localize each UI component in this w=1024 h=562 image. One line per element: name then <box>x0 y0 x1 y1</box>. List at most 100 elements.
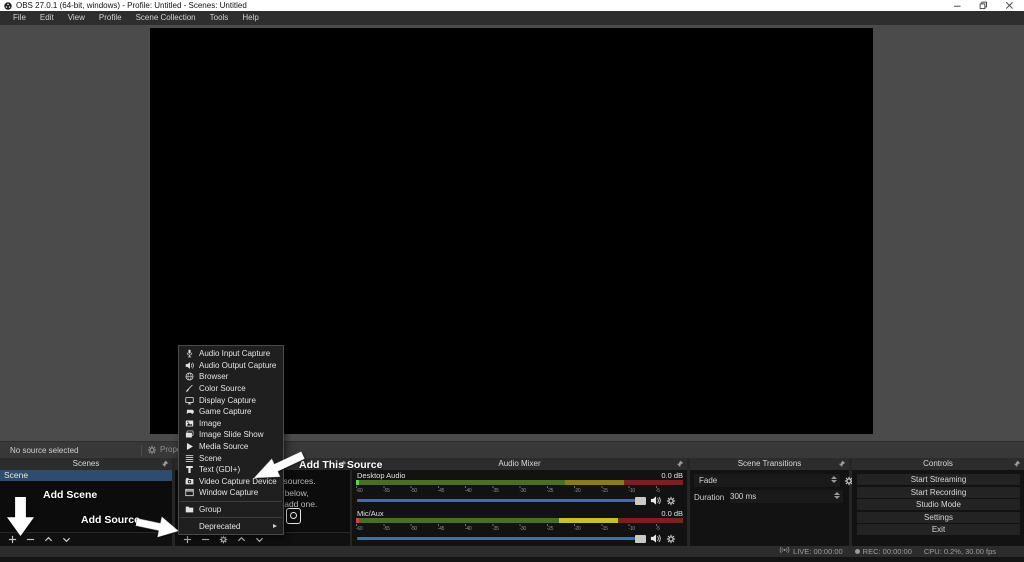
tick-label: -25 <box>546 488 554 494</box>
scenes-panel-header[interactable]: Scenes <box>0 458 172 470</box>
audio-mixer-header[interactable]: Audio Mixer <box>352 458 687 470</box>
menu-item-audio-input-capture[interactable]: Audio Input Capture <box>179 348 283 360</box>
menu-item-label: Color Source <box>199 384 246 394</box>
menu-item-label: Audio Output Capture <box>199 360 277 370</box>
menubar-item-tools[interactable]: Tools <box>203 11 236 25</box>
menubar-item-view[interactable]: View <box>61 11 92 25</box>
mixer-channel-header: Desktop Audio 0.0 dB <box>356 471 683 480</box>
remove-button[interactable] <box>25 535 35 545</box>
scene-transitions-header[interactable]: Scene Transitions <box>690 458 849 470</box>
volume-slider-row <box>356 534 683 543</box>
close-button[interactable] <box>996 0 1022 11</box>
menu-item-label: Media Source <box>199 442 249 452</box>
context-bar-message: No source selected <box>10 446 79 455</box>
menu-item-window-capture[interactable]: Window Capture <box>179 487 283 499</box>
cpu-status: CPU: 0.2%, 30.00 fps <box>924 547 996 556</box>
menu-item-image[interactable]: Image <box>179 418 283 430</box>
menu-item-label: Display Capture <box>199 395 256 405</box>
volume-slider-track[interactable] <box>357 537 635 540</box>
title-bar: OBS 27.0.1 (64-bit, windows) - Profile: … <box>0 0 1024 11</box>
menubar-item-profile[interactable]: Profile <box>92 11 129 25</box>
menubar-item-scene-collection[interactable]: Scene Collection <box>129 11 203 25</box>
settings-button[interactable]: Settings <box>857 511 1020 523</box>
add-button[interactable] <box>7 535 17 545</box>
volume-slider-handle[interactable] <box>635 534 646 543</box>
meter-tick-labels: -60 -55 -50 -45 -40 -35 -30 -25 -20 -15 -10 -5 <box>356 488 683 494</box>
controls-panel: Controls Start Streaming Start Recording S… <box>852 458 1024 546</box>
tick-label: -10 <box>628 488 636 494</box>
controls-header[interactable]: Controls <box>852 458 1024 470</box>
submenu-arrow-icon <box>273 523 277 528</box>
spinbox-carets-icon[interactable] <box>834 492 840 499</box>
pin-icon[interactable] <box>161 460 169 468</box>
menu-item-browser[interactable]: Browser <box>179 371 283 383</box>
add-button[interactable] <box>182 535 192 545</box>
menu-item-group[interactable]: Group <box>179 504 283 516</box>
menu-item-label: Game Capture <box>199 407 252 417</box>
tick-label: -20 <box>574 488 581 494</box>
duration-value: 300 ms <box>730 492 757 501</box>
pin-icon[interactable] <box>676 460 684 468</box>
broadcast-icon <box>779 546 790 557</box>
tick-label: -60 <box>356 526 363 532</box>
volume-slider-track[interactable] <box>357 499 635 502</box>
tick-label: -5 <box>655 488 660 494</box>
tick-label: -45 <box>437 488 445 494</box>
pin-icon[interactable] <box>1013 460 1021 468</box>
menu-separator <box>180 517 282 519</box>
gear-icon[interactable] <box>665 495 676 506</box>
menu-item-audio-output-capture[interactable]: Audio Output Capture <box>179 360 283 372</box>
move-up-button[interactable] <box>43 535 53 545</box>
record-dot-icon <box>854 549 860 554</box>
menubar-item-file[interactable]: File <box>6 11 33 25</box>
menu-separator <box>180 500 282 502</box>
gamepad-icon <box>184 407 194 417</box>
tick-label: -20 <box>574 526 581 532</box>
scene-list-icon <box>184 453 194 463</box>
speaker-icon[interactable] <box>649 533 661 544</box>
tick-label: -10 <box>628 526 636 532</box>
menubar-item-edit[interactable]: Edit <box>33 11 61 25</box>
menu-item-game-capture[interactable]: Game Capture <box>179 406 283 418</box>
menu-item-label: Deprecated <box>199 521 241 531</box>
scene-transitions-content: Fade Duration 300 ms <box>690 470 853 546</box>
scene-list-item[interactable]: Scene <box>0 470 172 481</box>
move-up-button[interactable] <box>236 535 246 545</box>
properties-button[interactable] <box>218 535 228 545</box>
add-source-annotation: Add Source <box>81 514 140 526</box>
menubar-item-help[interactable]: Help <box>235 11 265 25</box>
menu-item-deprecated[interactable]: Deprecated <box>179 520 283 532</box>
remove-button[interactable] <box>200 535 210 545</box>
move-down-button[interactable] <box>254 535 264 545</box>
menu-item-image-slide-show[interactable]: Image Slide Show <box>179 429 283 441</box>
minimize-button[interactable] <box>944 0 970 11</box>
scene-transitions-title: Scene Transitions <box>737 459 802 468</box>
meter-tick-labels: -60 -55 -50 -45 -40 -35 -30 -25 -20 -15 -10 -5 <box>356 526 683 532</box>
volume-meter <box>356 480 683 485</box>
transition-select[interactable]: Fade <box>694 474 840 487</box>
meter-segment <box>617 518 683 523</box>
tick-label: -30 <box>519 488 527 494</box>
tick-label: -50 <box>410 488 418 494</box>
paintbrush-icon <box>184 384 194 394</box>
menu-item-media-source[interactable]: Media Source <box>179 441 283 453</box>
menu-item-display-capture[interactable]: Display Capture <box>179 394 283 406</box>
mixer-channel-name: Desktop Audio <box>357 471 406 480</box>
tick-label: -35 <box>492 526 499 532</box>
restore-button[interactable] <box>970 0 996 11</box>
start-streaming-button[interactable]: Start Streaming <box>857 474 1020 485</box>
tick-label: -35 <box>492 488 499 494</box>
exit-button[interactable]: Exit <box>857 524 1020 535</box>
controls-content: Start Streaming Start Recording Studio Mod… <box>852 470 1024 546</box>
menu-item-color-source[interactable]: Color Source <box>179 383 283 395</box>
gear-icon[interactable] <box>665 533 676 544</box>
start-recording-button[interactable]: Start Recording <box>857 486 1020 498</box>
move-down-button[interactable] <box>61 535 71 545</box>
speaker-icon[interactable] <box>649 495 661 506</box>
tick-label: -15 <box>601 526 608 532</box>
meter-segment <box>356 480 566 485</box>
volume-slider-handle[interactable] <box>635 496 646 505</box>
studio-mode-button[interactable]: Studio Mode <box>857 499 1020 510</box>
pin-icon[interactable] <box>838 460 846 468</box>
duration-input[interactable]: 300 ms <box>730 490 843 503</box>
